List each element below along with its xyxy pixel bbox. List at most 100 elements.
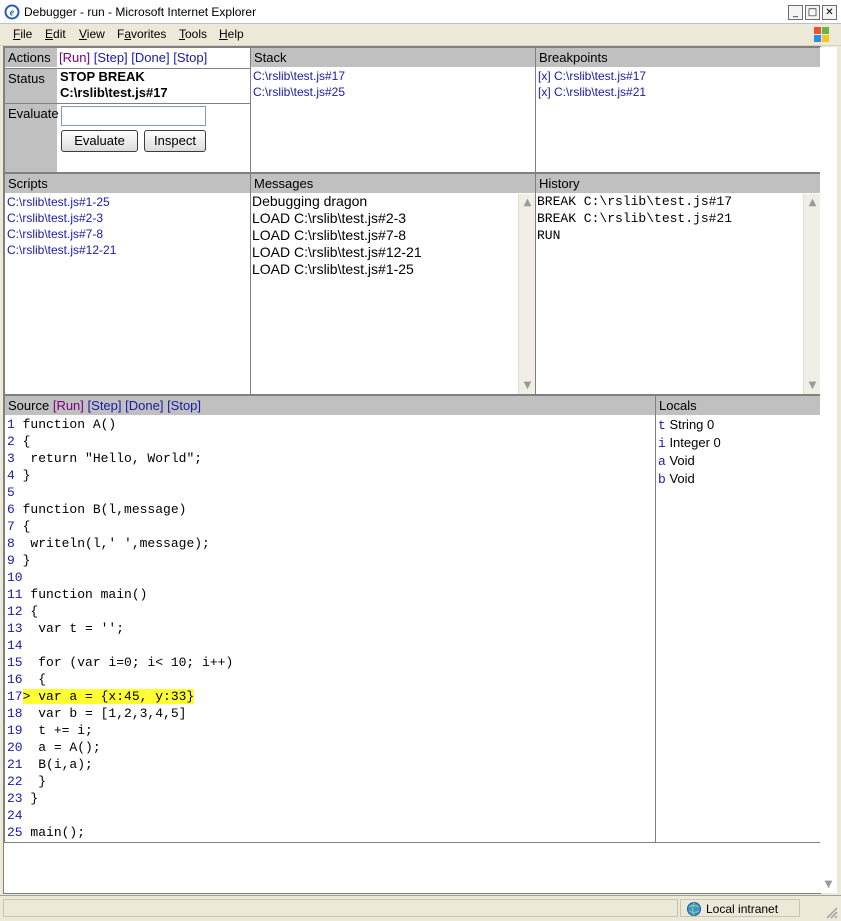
local-variable[interactable]: b Void	[658, 470, 820, 488]
local-variable[interactable]: t String 0	[658, 416, 820, 434]
source-step-link[interactable]: [Step]	[88, 398, 122, 413]
breakpoint-item[interactable]: [x] C:\rslib\test.js#21	[538, 84, 820, 100]
line-number[interactable]: 20	[7, 740, 23, 755]
current-source-line: 17> var a = {x:45, y:33}	[7, 688, 655, 705]
zone-panel: Local intranet	[680, 899, 800, 917]
stack-item[interactable]: C:\rslib\test.js#25	[253, 84, 535, 100]
source-stop-link[interactable]: [Stop]	[167, 398, 201, 413]
maximize-button[interactable]: □	[805, 5, 820, 20]
line-number[interactable]: 22	[7, 774, 23, 789]
status-line-2: C:\rslib\test.js#17	[60, 85, 168, 100]
message-item: Debugging dragon	[252, 193, 368, 209]
zone-label: Local intranet	[706, 902, 779, 916]
line-number[interactable]: 23	[7, 791, 23, 806]
line-number[interactable]: 10	[7, 570, 23, 585]
line-number[interactable]: 1	[7, 417, 15, 432]
scroll-up-icon[interactable]: ▲	[519, 194, 536, 211]
source-line: 10	[7, 569, 655, 586]
window-title: Debugger - run - Microsoft Internet Expl…	[24, 5, 257, 19]
line-number[interactable]: 8	[7, 536, 15, 551]
inspect-button[interactable]: Inspect	[144, 130, 206, 152]
scroll-down-icon[interactable]: ▼	[804, 377, 821, 394]
evaluate-input[interactable]	[61, 106, 206, 126]
line-number[interactable]: 15	[7, 655, 23, 670]
source-line: 21 B(i,a);	[7, 756, 655, 773]
line-number[interactable]: 17	[7, 689, 23, 704]
source-text: var t = '';	[22, 621, 125, 636]
stack-item[interactable]: C:\rslib\test.js#17	[253, 68, 535, 84]
line-number[interactable]: 6	[7, 502, 15, 517]
line-number[interactable]: 13	[7, 621, 23, 636]
line-number[interactable]: 12	[7, 604, 23, 619]
scripts-panel: Scripts C:\rslib\test.js#1-25 C:\rslib\t…	[4, 173, 251, 395]
script-item[interactable]: C:\rslib\test.js#2-3	[7, 210, 250, 226]
script-item[interactable]: C:\rslib\test.js#7-8	[7, 226, 250, 242]
local-value: String 0	[669, 417, 715, 432]
local-name[interactable]: t	[658, 418, 666, 433]
local-name[interactable]: a	[658, 454, 666, 469]
done-link[interactable]: [Done]	[131, 50, 169, 65]
local-variable[interactable]: i Integer 0	[658, 434, 820, 452]
history-scrollbar[interactable]: ▲ ▼	[803, 194, 820, 394]
source-line: 16 {	[7, 671, 655, 688]
line-number[interactable]: 19	[7, 723, 23, 738]
line-number[interactable]: 5	[7, 485, 15, 500]
local-variable[interactable]: a Void	[658, 452, 820, 470]
menu-file[interactable]: File	[13, 27, 32, 41]
status-line-1: STOP BREAK	[60, 69, 145, 84]
source-text: {	[22, 604, 39, 619]
step-link[interactable]: [Step]	[94, 50, 128, 65]
breakpoint-item[interactable]: [x] C:\rslib\test.js#17	[538, 68, 820, 84]
menu-favorites[interactable]: Favorites	[117, 27, 166, 41]
status-value: STOP BREAK C:\rslib\test.js#17	[60, 69, 168, 101]
line-number[interactable]: 11	[7, 587, 23, 602]
content-area: Actions [Run] [Step] [Done] [Stop] Statu…	[3, 46, 837, 894]
menu-edit[interactable]: Edit	[45, 27, 66, 41]
local-value: Void	[669, 471, 695, 486]
breakpoints-label: Breakpoints	[536, 48, 820, 67]
local-name[interactable]: b	[658, 472, 666, 487]
menu-help[interactable]: Help	[219, 27, 244, 41]
source-line: 25 main();	[7, 824, 655, 841]
minimize-button[interactable]: _	[788, 5, 803, 20]
line-number[interactable]: 21	[7, 757, 23, 772]
close-button[interactable]: ✕	[822, 5, 837, 20]
messages-scrollbar[interactable]: ▲ ▼	[518, 194, 535, 394]
line-number[interactable]: 24	[7, 808, 23, 823]
source-text: a = A();	[22, 740, 101, 755]
actions-label: Actions	[5, 48, 57, 67]
line-number[interactable]: 9	[7, 553, 15, 568]
script-item[interactable]: C:\rslib\test.js#1-25	[7, 194, 250, 210]
history-label: History	[536, 174, 820, 193]
message-item: LOAD C:\rslib\test.js#2-3	[252, 210, 407, 226]
local-name[interactable]: i	[658, 436, 666, 451]
source-text: for (var i=0; i< 10; i++)	[22, 655, 234, 670]
scroll-up-icon[interactable]: ▲	[804, 194, 821, 211]
line-number[interactable]: 14	[7, 638, 23, 653]
scroll-down-icon[interactable]: ▼	[820, 876, 837, 893]
line-number[interactable]: 4	[7, 468, 15, 483]
menu-tools[interactable]: Tools	[179, 27, 207, 41]
line-number[interactable]: 2	[7, 434, 15, 449]
menu-view[interactable]: View	[79, 27, 105, 41]
line-number[interactable]: 7	[7, 519, 15, 534]
line-number[interactable]: 16	[7, 672, 23, 687]
run-link[interactable]: [Run]	[59, 50, 90, 65]
title-bar: e Debugger - run - Microsoft Internet Ex…	[0, 0, 841, 24]
scroll-down-icon[interactable]: ▼	[519, 377, 536, 394]
resize-grip-icon[interactable]	[824, 905, 838, 919]
stop-link[interactable]: [Stop]	[173, 50, 207, 65]
source-line: 13 var t = '';	[7, 620, 655, 637]
line-number[interactable]: 25	[7, 825, 23, 840]
message-item: LOAD C:\rslib\test.js#7-8	[252, 227, 407, 243]
page-scrollbar[interactable]: ▼	[820, 47, 837, 893]
source-run-link[interactable]: [Run]	[53, 398, 84, 413]
script-item[interactable]: C:\rslib\test.js#12-21	[7, 242, 250, 258]
source-done-link[interactable]: [Done]	[125, 398, 163, 413]
source-text: t += i;	[22, 723, 93, 738]
evaluate-label: Evaluate	[5, 104, 59, 172]
evaluate-button[interactable]: Evaluate	[61, 130, 138, 152]
line-number[interactable]: 18	[7, 706, 23, 721]
source-text: }	[22, 774, 47, 789]
line-number[interactable]: 3	[7, 451, 15, 466]
